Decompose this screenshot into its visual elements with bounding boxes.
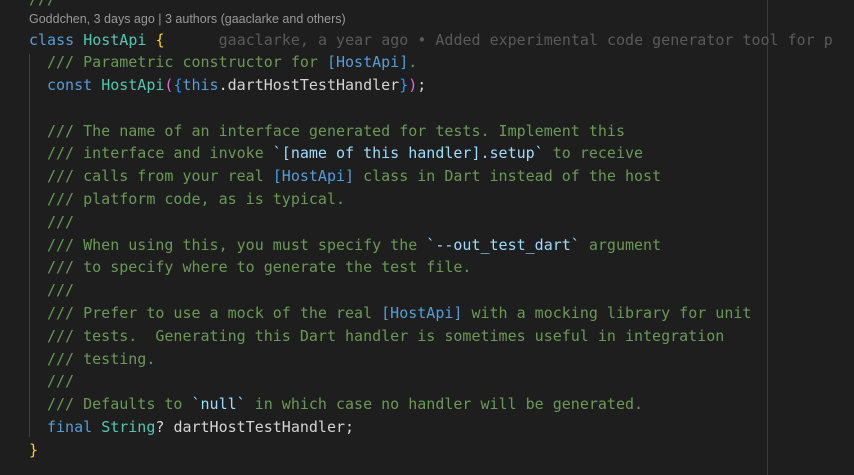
- code-line-close-brace[interactable]: }: [29, 439, 38, 461]
- keyword-const: const: [47, 76, 93, 94]
- paren-close: ): [408, 76, 418, 94]
- field-name: dartHostTestHandler: [173, 418, 346, 436]
- open-brace: {: [155, 31, 165, 49]
- type-name: String: [101, 418, 156, 436]
- brace-close: }: [399, 76, 409, 94]
- comment-text: /// Defaults to: [47, 395, 192, 413]
- field-ref: dartHostTestHandler: [227, 76, 400, 94]
- comment-text: ///: [47, 372, 75, 390]
- clipped-previous-line: ///: [0, 0, 854, 6]
- nullable-mark: ?: [155, 418, 165, 436]
- comment-text: with a mocking library for unit: [462, 304, 752, 322]
- indent-guide: [29, 54, 30, 437]
- code-line-comment[interactable]: /// to specify where to generate the tes…: [47, 256, 471, 278]
- codelens-author-link[interactable]: Goddchen, 3 days ago: [29, 12, 155, 26]
- comment-text: in which case no handler will be generat…: [245, 395, 644, 413]
- comment-ref: [HostApi]: [326, 53, 409, 71]
- code-line-comment[interactable]: /// Prefer to use a mock of the real [Ho…: [47, 302, 751, 324]
- comment-text: to receive: [543, 144, 644, 162]
- codelens-authors-link[interactable]: 3 authors (gaaclarke and others): [165, 12, 346, 26]
- codelens-separator: |: [154, 12, 165, 26]
- comment-text: /// testing.: [47, 350, 156, 368]
- keyword-class: class: [29, 31, 75, 49]
- comment-text: /// Prefer to use a mock of the real: [47, 304, 382, 322]
- comment-text: argument: [579, 236, 662, 254]
- comment-text: /// platform code, as is typical.: [47, 190, 346, 208]
- keyword-this: this: [182, 76, 219, 94]
- keyword-final: final: [47, 418, 93, 436]
- comment-text: ///: [47, 213, 75, 231]
- code-line-comment[interactable]: /// calls from your real [HostApi] class…: [47, 165, 661, 187]
- comment-text: /// to specify where to generate the tes…: [47, 258, 472, 276]
- comment-text: /// Parametric constructor for: [47, 53, 327, 71]
- comment-text: /// When using this, you must specify th…: [47, 236, 427, 254]
- code-line-comment[interactable]: /// testing.: [47, 348, 155, 370]
- code-line-comment[interactable]: /// Defaults to `null` in which case no …: [47, 393, 643, 415]
- class-name: HostApi: [83, 31, 147, 49]
- comment-text: /// The name of an interface generated f…: [47, 122, 625, 140]
- code-line-comment[interactable]: /// The name of an interface generated f…: [47, 120, 625, 142]
- editor-ruler: [767, 0, 768, 475]
- code-line-comment[interactable]: ///: [47, 279, 74, 301]
- code-line-comment[interactable]: /// platform code, as is typical.: [47, 188, 345, 210]
- close-brace: }: [29, 441, 39, 459]
- code-line-comment[interactable]: ///: [47, 370, 74, 392]
- inline-blame-annotation: gaaclarke, a year ago • Added experiment…: [218, 31, 833, 49]
- comment-code-span: `null`: [191, 395, 246, 413]
- code-line-ctor[interactable]: const HostApi({this.dartHostTestHandler}…: [47, 74, 426, 96]
- code-line-comment[interactable]: /// When using this, you must specify th…: [47, 234, 661, 256]
- comment-text: /// interface and invoke: [47, 144, 273, 162]
- code-line-comment[interactable]: ///: [47, 211, 74, 233]
- codelens-authors[interactable]: Goddchen, 3 days ago | 3 authors (gaacla…: [29, 10, 346, 28]
- constructor-name: HostApi: [101, 76, 165, 94]
- comment-text: /// tests. Generating this Dart handler …: [47, 327, 725, 345]
- comment-text: .: [408, 53, 418, 71]
- semicolon: ;: [417, 76, 427, 94]
- comment-text: class in Dart instead of the host: [354, 167, 662, 185]
- dot: .: [218, 76, 228, 94]
- code-line-comment[interactable]: /// interface and invoke `[name of this …: [47, 142, 643, 164]
- code-line-comment[interactable]: /// tests. Generating this Dart handler …: [47, 325, 724, 347]
- comment-ref: [HostApi]: [381, 304, 463, 322]
- comment-ref: [HostApi]: [272, 167, 355, 185]
- comment-code-span: `--out_test_dart`: [426, 236, 580, 254]
- comment-text: ///: [47, 281, 75, 299]
- code-line-field[interactable]: final String? dartHostTestHandler;: [47, 416, 354, 438]
- code-line-class-decl[interactable]: class HostApi { gaaclarke, a year ago • …: [29, 29, 833, 51]
- semicolon: ;: [345, 418, 355, 436]
- comment-code-span: `[name of this handler].setup`: [272, 144, 544, 162]
- code-line-doc-ctor[interactable]: /// Parametric constructor for [HostApi]…: [47, 51, 417, 73]
- comment-text: /// calls from your real: [47, 167, 273, 185]
